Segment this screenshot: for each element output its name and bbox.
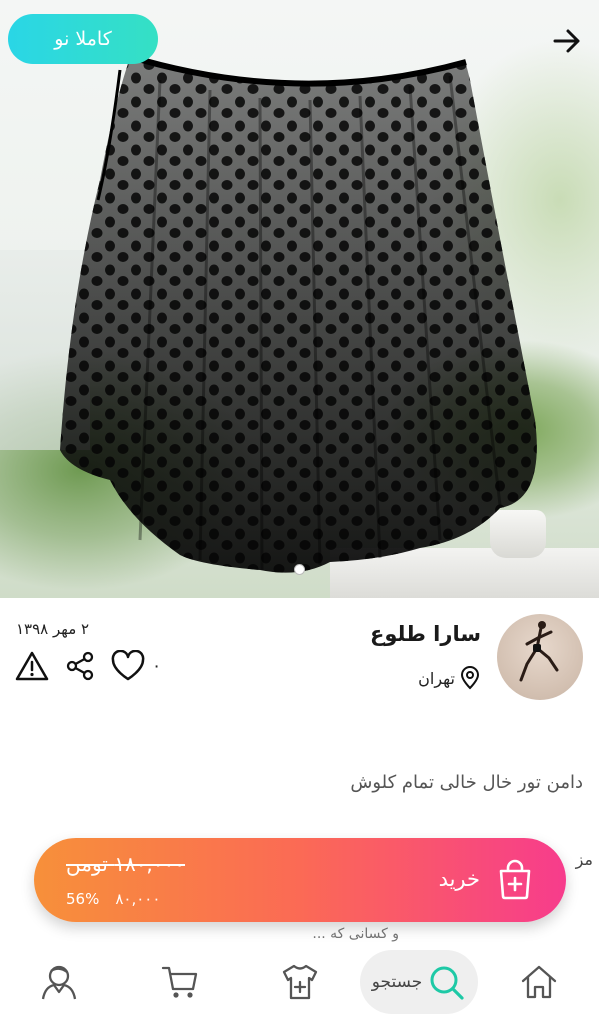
map-pin-icon [460, 666, 480, 690]
nav-home[interactable] [517, 960, 561, 1004]
search-icon [430, 966, 464, 1000]
like-button[interactable] [110, 648, 146, 684]
arrow-right-icon [553, 29, 580, 53]
description-peek-line: و کسانی که ... [312, 926, 399, 942]
sale-price: ۸۰,۰۰۰ [115, 890, 161, 908]
seller-avatar[interactable] [497, 614, 583, 700]
description-peek: مز [575, 850, 593, 869]
buy-label: خرید [438, 867, 480, 891]
original-price: ۱۸۰,۰۰۰ تومن [66, 852, 186, 876]
back-button[interactable] [548, 22, 586, 60]
buy-bar[interactable]: خرید ۱۸۰,۰۰۰ تومن 56% ۸۰,۰۰۰ [34, 838, 566, 922]
report-button[interactable] [14, 648, 50, 684]
share-button[interactable] [62, 648, 98, 684]
search-label: جستجو [371, 972, 423, 992]
cart-icon [161, 966, 198, 998]
shirt-add-icon [282, 964, 318, 1000]
condition-badge: کاملا نو [8, 14, 158, 64]
nav-cart[interactable] [158, 960, 202, 1004]
shopping-bag-icon [494, 856, 536, 902]
like-count: ۰ [152, 656, 162, 676]
listing-actions: ۰ [14, 648, 161, 684]
warning-icon [15, 651, 49, 681]
image-pager-dot[interactable] [294, 564, 305, 575]
product-title: دامن تور خال خالی تمام کلوش [350, 772, 583, 793]
discount-percent: 56% [66, 890, 100, 908]
skirt-photo [60, 53, 537, 573]
bottom-nav: جستجو [0, 944, 599, 1024]
user-icon [41, 965, 77, 1000]
home-icon [521, 965, 557, 999]
dancer-photo [519, 621, 559, 682]
nav-profile[interactable] [37, 960, 81, 1004]
product-page: کاملا نو سارا طلوع تهران ۲ مهر ۱۳۹۸ ۰ دا… [0, 0, 599, 1024]
nav-sell[interactable] [278, 960, 322, 1004]
product-image[interactable] [0, 0, 599, 598]
location-label: تهران [418, 668, 455, 688]
seller-name[interactable]: سارا طلوع [370, 622, 481, 646]
seller-location: تهران [418, 666, 481, 690]
share-icon [66, 651, 94, 681]
post-date: ۲ مهر ۱۳۹۸ [16, 620, 90, 638]
nav-search[interactable]: جستجو [360, 950, 478, 1014]
price-row: 56% ۸۰,۰۰۰ [66, 890, 160, 908]
buy-button[interactable]: خرید [439, 856, 536, 902]
heart-icon [111, 650, 145, 681]
